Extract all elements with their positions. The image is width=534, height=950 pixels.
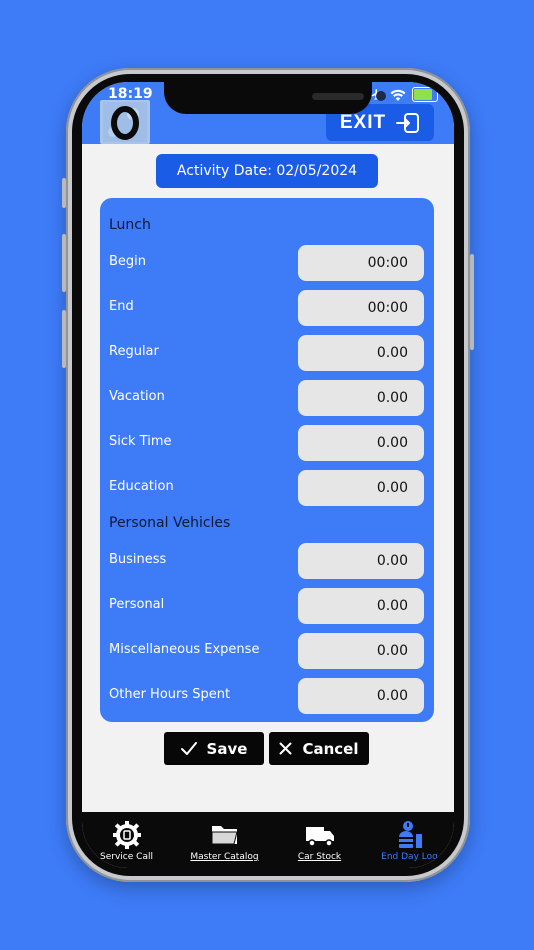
row-label-begin: Begin: [109, 254, 147, 269]
side-button-volume-down: [62, 310, 66, 368]
checkmark-icon: [180, 741, 197, 755]
notch-speaker: [312, 93, 364, 100]
row-label-education: Education: [109, 479, 174, 494]
row-label-miscellaneous-expense: Miscellaneous Expense: [109, 642, 260, 657]
row-label-business: Business: [109, 552, 167, 567]
nav-item-service-call[interactable]: Service Call: [82, 820, 173, 862]
nav-label-end-day-log: End Day Log: [381, 852, 438, 862]
app-screen: 18:19 EXIT Activity Date: 02/05/2024 Lun…: [82, 82, 454, 868]
begin-time-field[interactable]: 00:00: [298, 245, 424, 281]
service-gear-icon: [112, 821, 141, 849]
business-field[interactable]: 0.00: [298, 543, 424, 579]
side-button-mute: [62, 178, 66, 208]
other-hours-spent-field[interactable]: 0.00: [298, 678, 424, 714]
wifi-icon: [390, 89, 406, 101]
time-entry-card: Lunch Begin 00:00 End 00:00 Regular 0.00…: [100, 198, 434, 722]
exit-label: EXIT: [339, 111, 387, 133]
regular-hours-field[interactable]: 0.00: [298, 335, 424, 371]
section-title-personal-vehicles: Personal Vehicles: [109, 515, 231, 531]
row-label-regular: Regular: [109, 344, 159, 359]
folder-icon: [211, 826, 238, 845]
close-icon: [279, 742, 292, 755]
section-title-lunch: Lunch: [109, 217, 151, 233]
save-label: Save: [206, 739, 248, 758]
exit-door-icon: [396, 112, 420, 133]
row-label-other-hours-spent: Other Hours Spent: [109, 687, 231, 702]
sick-time-field[interactable]: 0.00: [298, 425, 424, 461]
app-logo: [100, 100, 150, 144]
vacation-hours-field[interactable]: 0.00: [298, 380, 424, 416]
row-label-sick-time: Sick Time: [109, 434, 172, 449]
bottom-nav: Service Call Master Catalog Car Stock En…: [82, 812, 454, 868]
nav-item-end-day-log[interactable]: End Day Log: [363, 820, 454, 862]
cancel-button[interactable]: Cancel: [269, 732, 369, 765]
cancel-label: Cancel: [302, 739, 359, 758]
nav-label-car-stock: Car Stock: [297, 852, 342, 862]
row-label-vacation: Vacation: [109, 389, 165, 404]
battery-icon: [412, 87, 438, 102]
end-time-field[interactable]: 00:00: [298, 290, 424, 326]
end-day-log-icon: [398, 821, 422, 848]
side-button-volume-up: [62, 234, 66, 292]
notch-camera: [376, 91, 386, 101]
personal-field[interactable]: 0.00: [298, 588, 424, 624]
education-hours-field[interactable]: 0.00: [298, 470, 424, 506]
row-label-end: End: [109, 299, 134, 314]
row-label-personal: Personal: [109, 597, 165, 612]
nav-item-master-catalog[interactable]: Master Catalog: [178, 820, 271, 862]
activity-date-badge: Activity Date: 02/05/2024: [156, 154, 378, 188]
nav-label-master-catalog: Master Catalog: [190, 852, 259, 862]
side-button-power: [470, 254, 474, 350]
phone-notch: [164, 82, 386, 114]
truck-icon: [305, 827, 334, 847]
nav-label-service-call: Service Call: [100, 852, 153, 862]
save-button[interactable]: Save: [164, 732, 264, 765]
miscellaneous-expense-field[interactable]: 0.00: [298, 633, 424, 669]
nav-item-car-stock[interactable]: Car Stock: [273, 820, 366, 862]
